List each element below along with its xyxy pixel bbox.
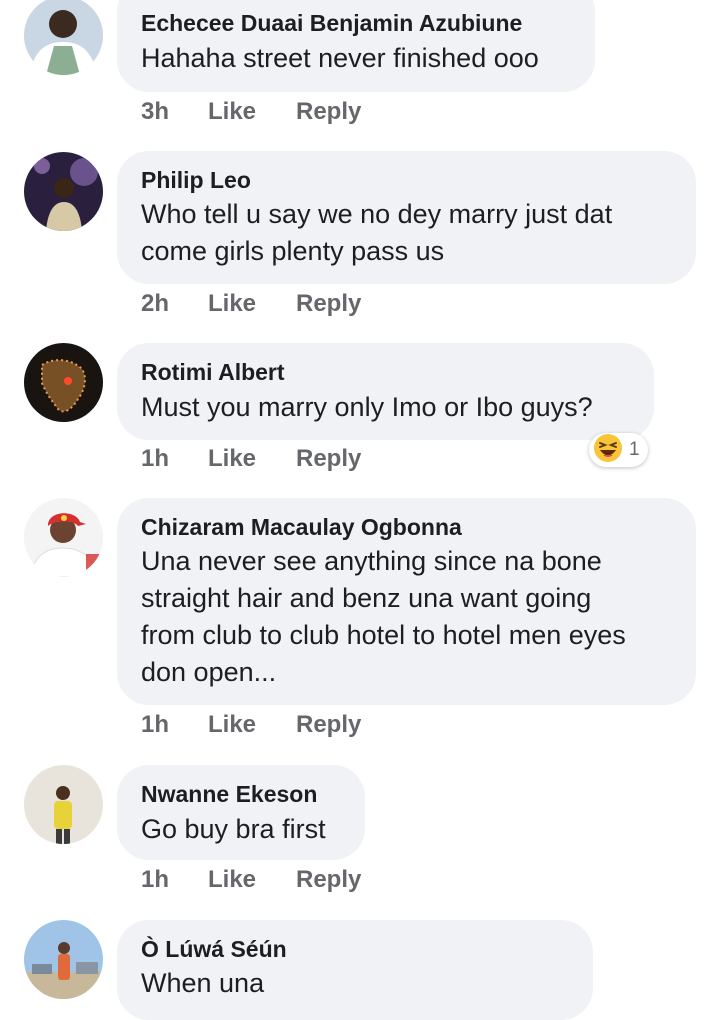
comment-text: When una [141, 965, 264, 1002]
comment-timestamp[interactable]: 2h [141, 290, 169, 318]
reply-button[interactable]: Reply [296, 445, 361, 473]
comment-text: Go buy bra first [141, 811, 326, 848]
like-button[interactable]: Like [208, 711, 256, 739]
avatar[interactable] [24, 343, 103, 422]
reaction-summary[interactable]: 1 [589, 433, 648, 467]
comment-text: Una never see anything since na bone str… [141, 543, 626, 691]
comment-author[interactable]: Nwanne Ekeson [141, 781, 317, 808]
comment-text: Who tell u say we no dey marry just dat … [141, 196, 612, 270]
comment-bubble: Chizaram Macaulay Ogbonna Una never see … [117, 498, 696, 705]
like-button[interactable]: Like [208, 98, 256, 126]
comment-text-line: come girls plenty pass us [141, 236, 445, 266]
comment-text-line: from club to club hotel to hotel men eye… [141, 620, 626, 650]
reaction-count: 1 [629, 439, 640, 460]
comment-timestamp[interactable]: 1h [141, 866, 169, 894]
comment-text: Hahaha street never finished ooo [141, 40, 539, 77]
comment-text-line: Una never see anything since na bone [141, 546, 602, 576]
comment-text-line: Go buy bra first [141, 814, 326, 844]
comment-bubble: Echecee Duaai Benjamin Azubiune Hahaha s… [117, 0, 595, 92]
comment-bubble: Philip Leo Who tell u say we no dey marr… [117, 151, 696, 284]
comment-text-line: don open... [141, 657, 277, 687]
comment-text-line: straight hair and benz una want going [141, 583, 592, 613]
comment-text-line: When una [141, 968, 265, 998]
avatar[interactable] [24, 0, 103, 75]
comment-bubble: Ò Lúwá Séún When una [117, 920, 593, 1020]
comment-author[interactable]: Rotimi Albert [141, 359, 285, 386]
reply-button[interactable]: Reply [296, 866, 361, 894]
like-button[interactable]: Like [208, 866, 256, 894]
comment-timestamp[interactable]: 3h [141, 98, 169, 126]
like-button[interactable]: Like [208, 445, 256, 473]
like-button[interactable]: Like [208, 290, 256, 318]
avatar[interactable] [24, 152, 103, 231]
laughing-emoji-icon [593, 433, 623, 468]
comment-author[interactable]: Echecee Duaai Benjamin Azubiune [141, 10, 522, 37]
comment-text-line: Must you marry only Imo or Ibo guys? [141, 392, 593, 422]
avatar[interactable] [24, 920, 103, 999]
comment-timestamp[interactable]: 1h [141, 445, 169, 473]
comment-text-line: Who tell u say we no dey marry just dat [141, 199, 613, 229]
comment-bubble: Nwanne Ekeson Go buy bra first [117, 765, 365, 860]
comment-bubble: Rotimi Albert Must you marry only Imo or… [117, 343, 654, 440]
comment-author[interactable]: Philip Leo [141, 167, 251, 194]
comment-text-line: Hahaha street never finished ooo [141, 43, 539, 73]
reply-button[interactable]: Reply [296, 98, 361, 126]
comment-text: Must you marry only Imo or Ibo guys? [141, 389, 593, 426]
comment-author[interactable]: Chizaram Macaulay Ogbonna [141, 514, 462, 541]
comment-author[interactable]: Ò Lúwá Séún [141, 936, 287, 963]
reply-button[interactable]: Reply [296, 711, 361, 739]
comment-timestamp[interactable]: 1h [141, 711, 169, 739]
avatar[interactable] [24, 498, 103, 577]
avatar[interactable] [24, 765, 103, 844]
reply-button[interactable]: Reply [296, 290, 361, 318]
